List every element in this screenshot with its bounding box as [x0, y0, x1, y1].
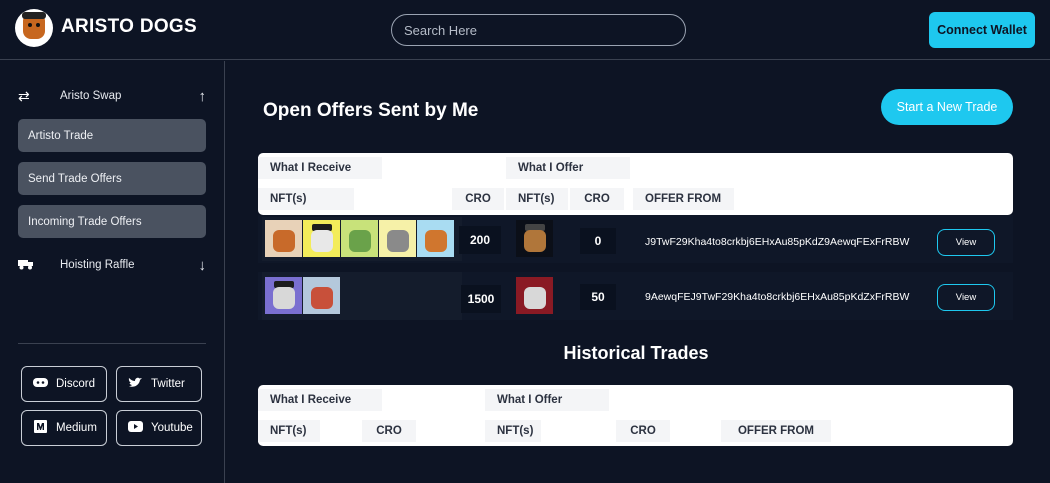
sidebar: ⇄ Aristo Swap ↑ Artisto Trade Send Trade…	[0, 61, 225, 483]
sidebar-item-label: Hoisting Raffle	[60, 259, 135, 271]
youtube-button[interactable]: Youtube	[116, 410, 202, 446]
page-title: Open Offers Sent by Me	[263, 100, 479, 121]
top-header: ARISTO DOGS Connect Wallet	[0, 0, 1050, 60]
col-cro-offer: CRO	[570, 188, 624, 210]
col-what-i-receive: What I Receive	[258, 157, 382, 179]
discord-button[interactable]: Discord	[21, 366, 107, 402]
sidebar-item-send-trade-offers[interactable]: Send Trade Offers	[18, 162, 206, 195]
medium-button[interactable]: Medium	[21, 410, 107, 446]
search-input[interactable]	[391, 14, 686, 46]
twitter-label: Twitter	[151, 378, 185, 390]
col-cro-offer: CRO	[616, 420, 670, 442]
col-what-i-receive: What I Receive	[258, 389, 382, 411]
nft-thumbnail[interactable]	[516, 277, 553, 314]
swap-arrows-icon: ⇄	[18, 87, 30, 104]
nft-thumbnail[interactable]	[265, 277, 302, 314]
view-button[interactable]: View	[937, 229, 995, 256]
col-nfts-receive: NFT(s)	[258, 188, 354, 210]
col-cro-receive: CRO	[452, 188, 504, 210]
youtube-label: Youtube	[151, 422, 193, 434]
col-nfts-offer: NFT(s)	[506, 188, 568, 210]
nft-thumbnail[interactable]	[516, 220, 553, 257]
arrow-up-icon[interactable]: ↑	[199, 88, 207, 105]
col-what-i-offer: What I Offer	[506, 157, 630, 179]
col-offer-from: OFFER FROM	[721, 420, 831, 442]
sidebar-item-incoming-trade-offers[interactable]: Incoming Trade Offers	[18, 205, 206, 238]
truck-icon	[18, 257, 40, 273]
offer-from-address: J9TwF29Kha4to8crkbj6EHxAu85pKdZ9AewqFExF…	[645, 236, 910, 248]
nft-thumbnail[interactable]	[265, 220, 302, 257]
brand-name: ARISTO DOGS	[61, 16, 197, 37]
offer-cro-value: 0	[580, 228, 616, 254]
receive-cro-value: 200	[459, 226, 501, 254]
offer-from-address: 9AewqFEJ9TwF29Kha4to8crkbj6EHxAu85pKdZxF…	[645, 291, 910, 303]
brand-logo[interactable]	[15, 9, 53, 47]
medium-icon	[32, 420, 48, 436]
sidebar-item-hoisting-raffle[interactable]: Hoisting Raffle ↓	[18, 252, 206, 278]
twitter-bird-icon	[127, 377, 143, 391]
col-cro-receive: CRO	[362, 420, 416, 442]
historical-trades-title: Historical Trades	[563, 343, 709, 363]
nft-thumbnail[interactable]	[379, 220, 416, 257]
view-button[interactable]: View	[937, 284, 995, 311]
logo-hat-icon	[22, 12, 46, 19]
col-nfts-offer: NFT(s)	[485, 420, 541, 442]
logo-eye-icon	[36, 23, 40, 27]
offer-cro-value: 50	[580, 284, 616, 310]
nft-thumbnail[interactable]	[303, 220, 340, 257]
nft-thumbnail[interactable]	[417, 220, 454, 257]
arrow-down-icon[interactable]: ↓	[199, 257, 207, 274]
start-new-trade-button[interactable]: Start a New Trade	[881, 89, 1013, 125]
receive-cro-value: 1500	[461, 285, 501, 313]
discord-icon	[32, 377, 48, 391]
connect-wallet-button[interactable]: Connect Wallet	[929, 12, 1035, 48]
medium-label: Medium	[56, 422, 97, 434]
sidebar-item-label: Aristo Swap	[60, 90, 122, 102]
logo-eye-icon	[28, 23, 32, 27]
col-offer-from: OFFER FROM	[633, 188, 734, 210]
col-what-i-offer: What I Offer	[485, 389, 609, 411]
discord-label: Discord	[56, 378, 95, 390]
sidebar-item-aristo-swap[interactable]: ⇄ Aristo Swap ↑	[18, 83, 206, 109]
twitter-button[interactable]: Twitter	[116, 366, 202, 402]
nft-thumbnail[interactable]	[303, 277, 340, 314]
sidebar-item-artisto-trade[interactable]: Artisto Trade	[18, 119, 206, 152]
col-nfts-receive: NFT(s)	[258, 420, 320, 442]
nft-thumbnail[interactable]	[341, 220, 378, 257]
youtube-icon	[127, 421, 143, 435]
